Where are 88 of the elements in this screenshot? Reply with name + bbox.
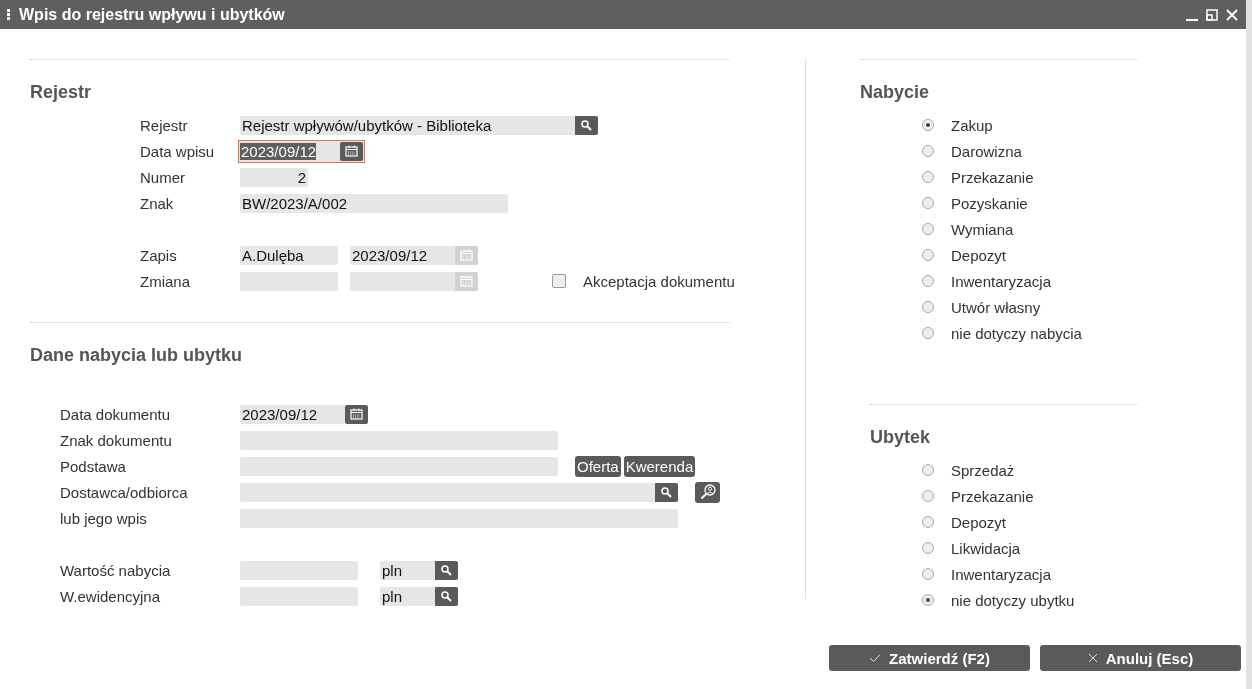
search-button[interactable] [435,586,458,606]
field-label: Znak [140,194,175,212]
radio-label: Inwentaryzacja [951,272,1052,290]
radio-label: Przekazanie [951,487,1034,505]
field-label: Data dokumentu [60,405,172,423]
currency-field[interactable]: pln [380,560,435,580]
window-title: Wpis do rejestru wpływu i ubytków [19,5,285,24]
cancel-button[interactable]: Anuluj (Esc) [1040,645,1241,671]
radio-label: Pozyskanie [951,194,1028,212]
checkbox-label: Akceptacja dokumentu [583,272,735,290]
radio-button[interactable] [922,197,934,209]
calendar-icon[interactable] [340,141,364,161]
field-label: lub jego wpis [60,509,148,527]
date-field[interactable]: 2023/09/12 [238,139,366,163]
field-label: W.ewidencyjna [60,587,162,605]
drag-handle-icon[interactable] [7,9,10,20]
user-field: A.Dulęba [240,245,338,265]
person-search-icon [699,484,716,500]
radio-button[interactable] [922,119,934,131]
input-field[interactable] [240,456,558,476]
radio-label: Sprzedaż [951,461,1015,479]
section-heading: Nabycie [860,82,931,104]
amount-field[interactable] [240,560,358,580]
close-icon [1087,653,1098,663]
radio-button[interactable] [922,490,934,502]
section-heading: Rejestr [30,82,93,104]
radio-button[interactable] [922,542,934,554]
field-label: Data wpisu [140,142,216,160]
radio-label: Depozyt [951,513,1007,531]
radio-label: Likwidacja [951,539,1021,557]
search-button[interactable] [435,560,458,580]
restore-icon[interactable] [1206,8,1218,21]
currency-field[interactable]: pln [380,586,435,606]
input-field[interactable] [240,482,655,502]
radio-button[interactable] [922,145,934,157]
search-icon [441,564,452,576]
radio-label: nie dotyczy nabycia [951,324,1082,342]
radio-button[interactable] [922,301,934,313]
radio-label: Inwentaryzacja [951,565,1052,583]
field-label: Rejestr [140,116,189,134]
input-field[interactable] [240,430,558,450]
field-label: Dostawca/odbiorca [60,483,189,501]
radio-button[interactable] [922,594,934,606]
text-button[interactable]: Oferta [575,455,621,477]
date-field: 2023/09/12 [350,245,478,265]
radio-label: Depozyt [951,246,1007,264]
calendar-icon [455,245,478,265]
search-button[interactable] [575,115,598,135]
radio-label: Zakup [951,116,993,134]
register-field[interactable]: Rejestr wpływów/ubytków - Biblioteka [240,115,575,135]
calendar-icon[interactable] [345,404,368,424]
number-field[interactable]: 2 [240,167,308,187]
close-icon[interactable] [1226,8,1238,21]
radio-button[interactable] [922,464,934,476]
confirm-button[interactable]: Zatwierdź (F2) [829,645,1030,671]
radio-button[interactable] [922,171,934,183]
radio-button[interactable] [922,223,934,235]
field-label: Wartość nabycia [60,561,172,579]
radio-label: Wymiana [951,220,1014,238]
search-icon [441,590,452,602]
person-search-button[interactable] [695,481,720,503]
radio-button[interactable] [922,516,934,528]
radio-button[interactable] [922,249,934,261]
radio-label: nie dotyczy ubytku [951,591,1075,609]
section-heading: Ubytek [870,427,932,449]
date-field[interactable]: 2023/09/12 [240,404,345,424]
field-label: Podstawa [60,457,127,475]
check-icon [869,653,882,663]
field-label: Znak dokumentu [60,431,173,449]
radio-label: Darowizna [951,142,1022,160]
radio-button[interactable] [922,327,934,339]
search-icon [661,486,672,498]
checkbox[interactable] [552,274,566,288]
text-button[interactable]: Kwerenda [623,455,696,477]
amount-field[interactable] [240,586,358,606]
search-icon [581,119,592,131]
radio-label: Utwór własny [951,298,1041,316]
calendar-icon [455,271,478,291]
radio-button[interactable] [922,275,934,287]
section-heading: Dane nabycia lub ubytku [30,345,244,367]
radio-button[interactable] [922,568,934,580]
input-field[interactable] [240,508,678,528]
field-label: Zapis [140,246,178,264]
field-label: Numer [140,168,186,186]
field-label: Zmiana [140,272,192,290]
sign-field[interactable]: BW/2023/A/002 [240,193,508,213]
radio-label: Przekazanie [951,168,1034,186]
search-button[interactable] [655,482,678,502]
